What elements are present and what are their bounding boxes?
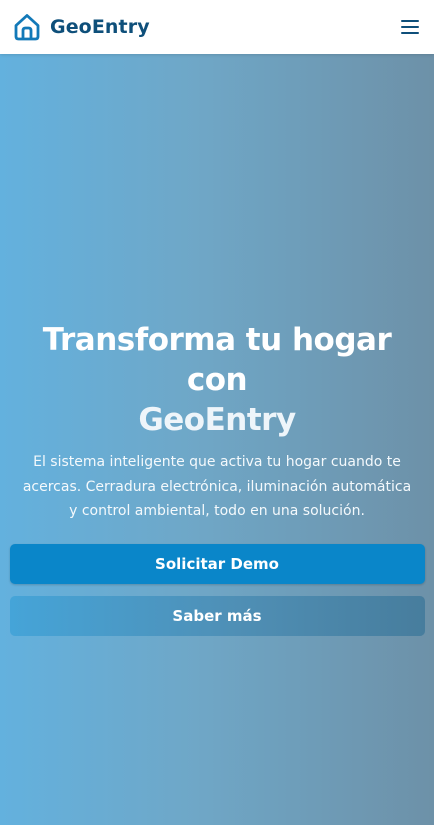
hero-title-line-3: GeoEntry: [138, 402, 296, 438]
hamburger-menu-icon: [401, 20, 419, 34]
menu-button[interactable]: [398, 15, 422, 39]
hero-subtitle: El sistema inteligente que activa tu hog…: [22, 454, 412, 519]
brand-name: GeoEntry: [50, 16, 150, 38]
brand-logo[interactable]: GeoEntry: [12, 12, 150, 42]
request-demo-button[interactable]: Solicitar Demo: [9, 543, 425, 584]
navbar: GeoEntry: [0, 0, 434, 54]
house-icon: [14, 14, 40, 41]
hero-section: Transforma tu hogar con GeoEntry El sist…: [0, 54, 434, 825]
hero-title-line-2: con: [186, 362, 248, 398]
learn-more-button[interactable]: Saber más: [9, 595, 425, 636]
hero-title-line-1: Transforma tu hogar: [42, 322, 392, 358]
hero-title: Transforma tu hogar con GeoEntry: [17, 320, 417, 440]
